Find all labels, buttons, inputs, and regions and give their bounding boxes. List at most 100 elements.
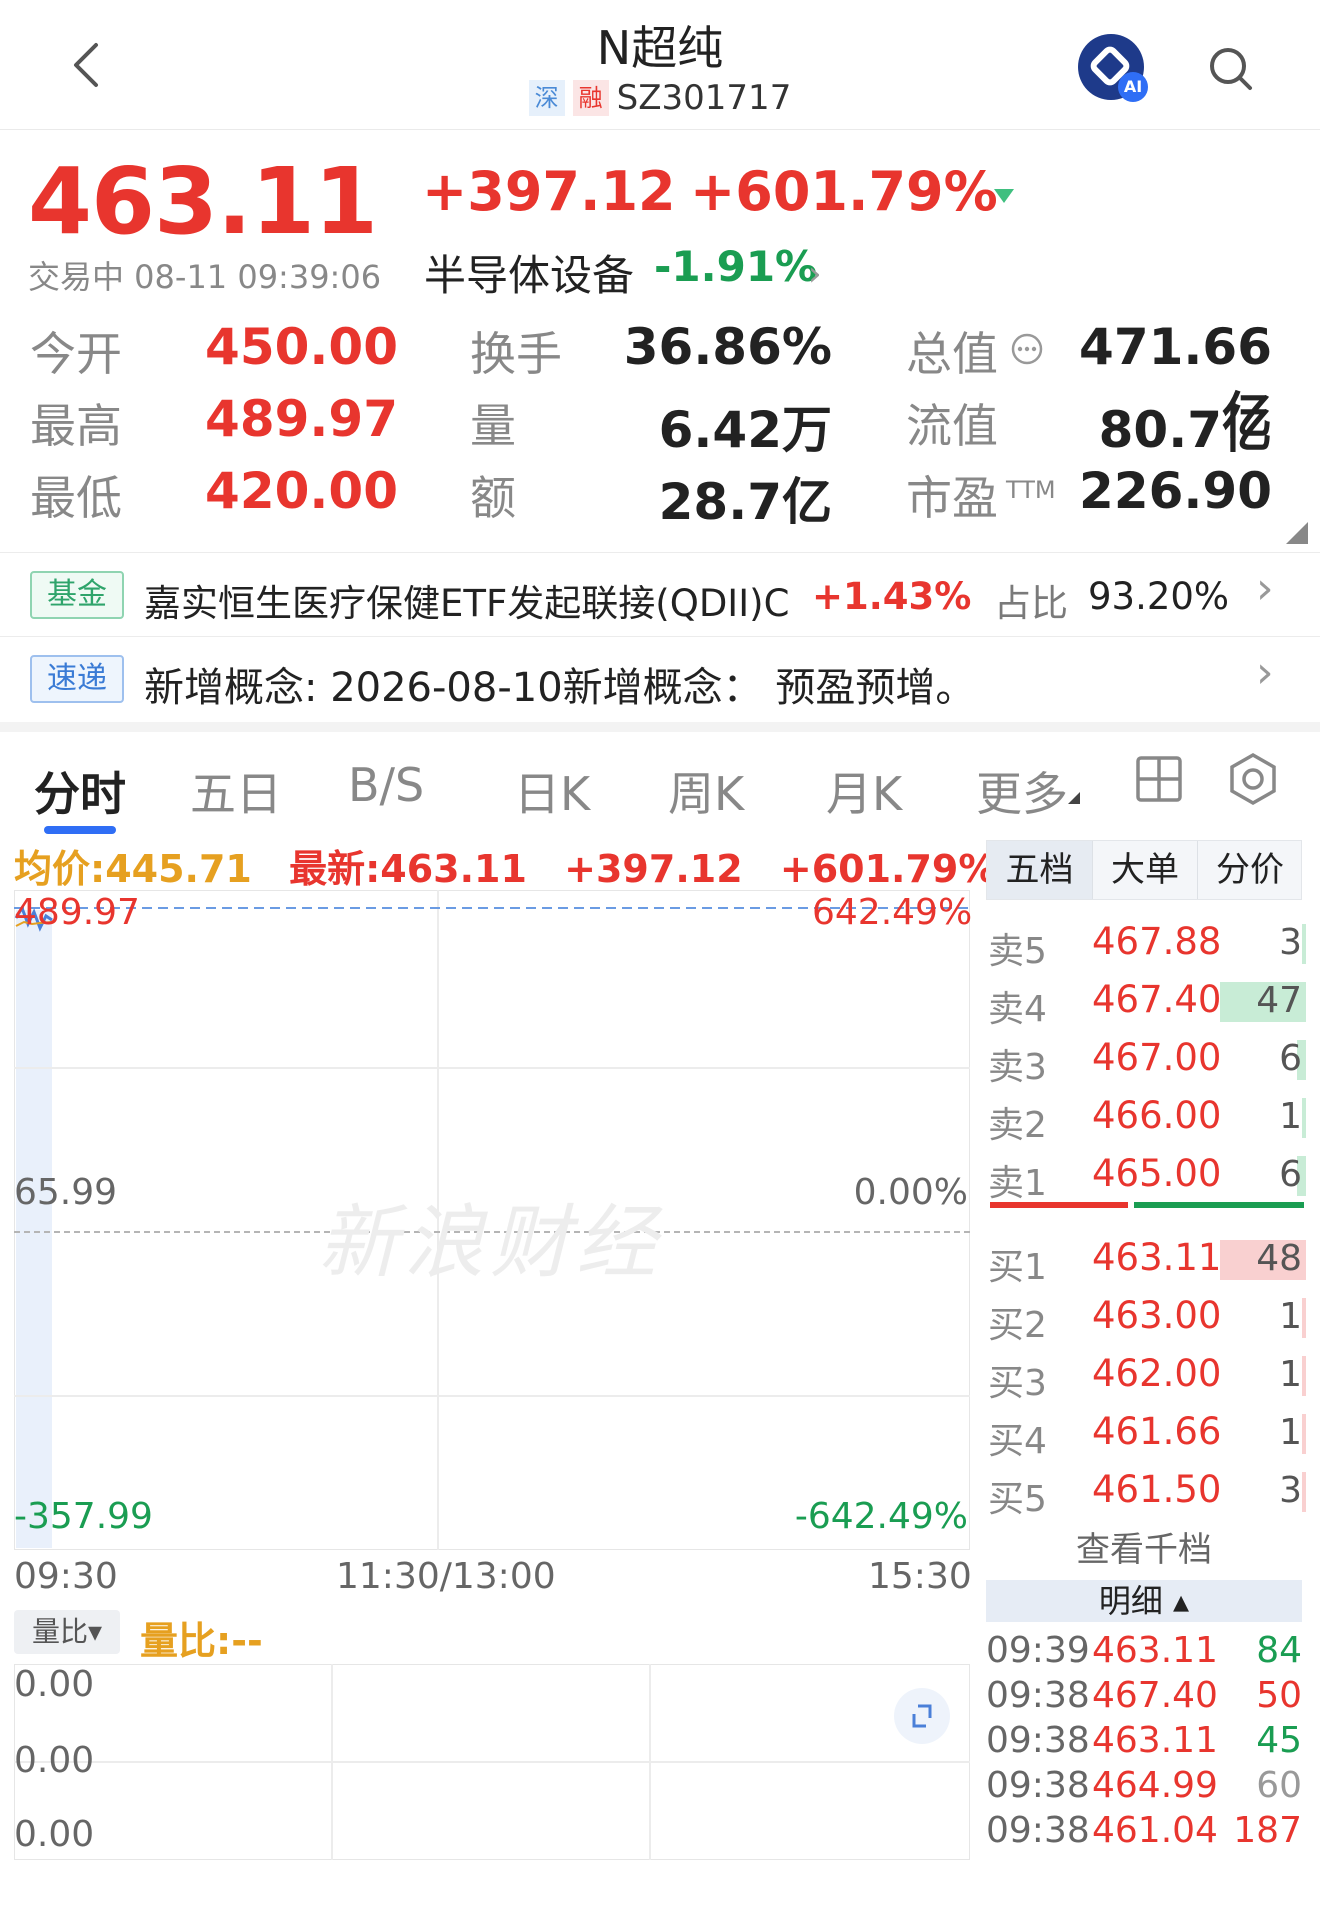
x-axis-end: 15:30 xyxy=(868,1556,972,1597)
volume-bar xyxy=(1302,1098,1306,1138)
level-price: 467.00 xyxy=(1092,1036,1222,1079)
expand-icon xyxy=(912,1704,932,1728)
tab-weekly-k[interactable]: 周K xyxy=(668,758,744,824)
fund-share-value: 93.20% xyxy=(1088,575,1230,618)
volume-bar xyxy=(1302,1356,1306,1396)
tick-row: 09:38 464.99 60 xyxy=(986,1765,1306,1809)
stat-value-pe: 226.90 xyxy=(1079,462,1272,520)
tick-detail-header[interactable]: 明细 ▴ xyxy=(986,1580,1302,1622)
tick-time: 09:39 xyxy=(986,1630,1090,1671)
y-axis-mid-right: 0.00% xyxy=(853,1172,968,1213)
tab-five-levels[interactable]: 五档 xyxy=(987,841,1092,899)
fund-share-label: 占比 xyxy=(994,582,1068,625)
level-label: 卖4 xyxy=(988,989,1047,1030)
latest-price: 最新:463.11 xyxy=(289,847,527,891)
level-volume: 47 xyxy=(1256,980,1302,1021)
intraday-volume-fill xyxy=(16,910,52,1548)
level-volume: 6 xyxy=(1279,1038,1302,1079)
settings-icon[interactable] xyxy=(1226,752,1280,806)
expand-stats-icon[interactable] xyxy=(1286,522,1308,544)
tab-monthly-k[interactable]: 月K xyxy=(826,758,902,824)
level-volume: 3 xyxy=(1279,922,1302,963)
avg-price: 均价:445.71 xyxy=(14,847,252,891)
tab-price-distribution[interactable]: 分价 xyxy=(1197,841,1302,899)
fullscreen-button[interactable] xyxy=(894,1688,950,1744)
stat-value-float-cap: 80.7亿 xyxy=(1098,401,1272,459)
tab-large-orders[interactable]: 大单 xyxy=(1092,841,1197,899)
indicator-selector[interactable]: 量比▾ xyxy=(14,1610,120,1654)
tab-buy-sell[interactable]: B/S xyxy=(348,758,424,812)
chart-change: +397.12 xyxy=(564,847,743,891)
market-tag: 深 xyxy=(528,80,565,116)
grid-layout-icon[interactable] xyxy=(1134,754,1184,804)
orderbook-row[interactable]: 买3 462.00 1 xyxy=(986,1350,1306,1404)
level-price: 461.50 xyxy=(1092,1468,1222,1511)
tick-price: 461.04 xyxy=(1092,1810,1218,1851)
ai-assistant-button[interactable]: AI xyxy=(1078,34,1148,102)
tick-vol: 187 xyxy=(1233,1810,1302,1851)
chevron-right-icon: › xyxy=(808,254,822,294)
level-volume: 6 xyxy=(1279,1154,1302,1195)
level-label: 卖1 xyxy=(988,1163,1047,1204)
tab-five-day[interactable]: 五日 xyxy=(190,758,282,824)
tick-price: 467.40 xyxy=(1092,1675,1218,1716)
top-nav-bar: N超纯 深融 SZ301717 AI xyxy=(0,0,1320,130)
tick-vol: 60 xyxy=(1256,1765,1302,1806)
chart-change-pct: +601.79% xyxy=(779,847,997,891)
tab-more[interactable]: 更多 xyxy=(976,758,1068,824)
news-badge: 速递 xyxy=(30,655,124,703)
stat-value-amount: 28.7亿 xyxy=(658,473,832,531)
level-price: 467.88 xyxy=(1092,920,1222,963)
level-volume: 1 xyxy=(1279,1296,1302,1337)
orderbook-row[interactable]: 买5 461.50 3 xyxy=(986,1466,1306,1520)
news-banner[interactable]: 速递 新增概念: 2026-08-10新增概念： 预盈预增。 › xyxy=(0,636,1320,722)
orderbook-row[interactable]: 买4 461.66 1 xyxy=(986,1408,1306,1462)
stat-value-turnover: 36.86% xyxy=(623,318,832,376)
ask-bid-divider-red xyxy=(990,1202,1128,1208)
industry-link[interactable]: 半导体设备 xyxy=(424,242,634,303)
level-label: 卖2 xyxy=(988,1105,1047,1146)
x-axis-mid: 11:30/13:00 xyxy=(336,1556,556,1597)
view-full-depth-link[interactable]: 查看千档 xyxy=(986,1522,1302,1571)
orderbook-row[interactable]: 卖1 465.00 6 xyxy=(986,1150,1306,1204)
orderbook-row[interactable]: 买1 463.11 48 xyxy=(986,1234,1306,1288)
stat-label-open: 今开 xyxy=(30,327,122,381)
tick-row: 09:38 463.11 45 xyxy=(986,1720,1306,1764)
vol-axis-bottom: 0.00 xyxy=(14,1814,95,1855)
level-label: 买4 xyxy=(988,1421,1047,1462)
volume-ratio-label: 量比:-- xyxy=(140,1619,263,1663)
stat-label-amount: 额 xyxy=(470,471,516,525)
ask-bid-divider-green xyxy=(1134,1202,1304,1208)
tick-price: 463.11 xyxy=(1092,1630,1218,1671)
volume-bar xyxy=(1302,1472,1306,1512)
level-label: 买3 xyxy=(988,1363,1047,1404)
orderbook-row[interactable]: 卖4 467.40 47 xyxy=(986,976,1306,1030)
search-button[interactable] xyxy=(1206,44,1254,92)
chart-info-line: 均价:445.71 最新:463.11 +397.12 +601.79% xyxy=(14,838,996,893)
dropdown-corner-icon xyxy=(1068,792,1080,804)
stat-label-high: 最高 xyxy=(30,399,122,453)
orderbook-row[interactable]: 买2 463.00 1 xyxy=(986,1292,1306,1346)
more-info-icon[interactable] xyxy=(1010,332,1044,366)
tick-time: 09:38 xyxy=(986,1765,1090,1806)
orderbook-row[interactable]: 卖2 466.00 1 xyxy=(986,1092,1306,1146)
vol-axis-top: 0.00 xyxy=(14,1664,95,1705)
level-label: 卖3 xyxy=(988,1047,1047,1088)
level-label: 卖5 xyxy=(988,931,1047,972)
ai-badge: AI xyxy=(1118,72,1148,102)
orderbook-row[interactable]: 卖3 467.00 6 xyxy=(986,1034,1306,1088)
level-label: 买5 xyxy=(988,1479,1047,1520)
news-text: 新增概念: 2026-08-10新增概念： 预盈预增。 xyxy=(144,665,976,711)
level-price: 467.40 xyxy=(1092,978,1222,1021)
volume-ratio-chart[interactable] xyxy=(14,1664,970,1860)
orderbook-row[interactable]: 卖5 467.88 3 xyxy=(986,918,1306,972)
level-volume: 1 xyxy=(1279,1354,1302,1395)
tab-intraday[interactable]: 分时 xyxy=(34,758,126,824)
chart-period-tabs: 分时 五日 B/S 日K 周K 月K 更多 xyxy=(0,722,1320,834)
fund-banner[interactable]: 基金 嘉实恒生医疗保健ETF发起联接(QDII)C +1.43% 占比 93.2… xyxy=(0,552,1320,636)
watermark: 新浪财经 xyxy=(318,1196,662,1289)
level-volume: 3 xyxy=(1279,1470,1302,1511)
tab-daily-k[interactable]: 日K xyxy=(514,758,590,824)
active-tab-indicator xyxy=(44,826,116,834)
chevron-right-icon: › xyxy=(1256,647,1274,698)
